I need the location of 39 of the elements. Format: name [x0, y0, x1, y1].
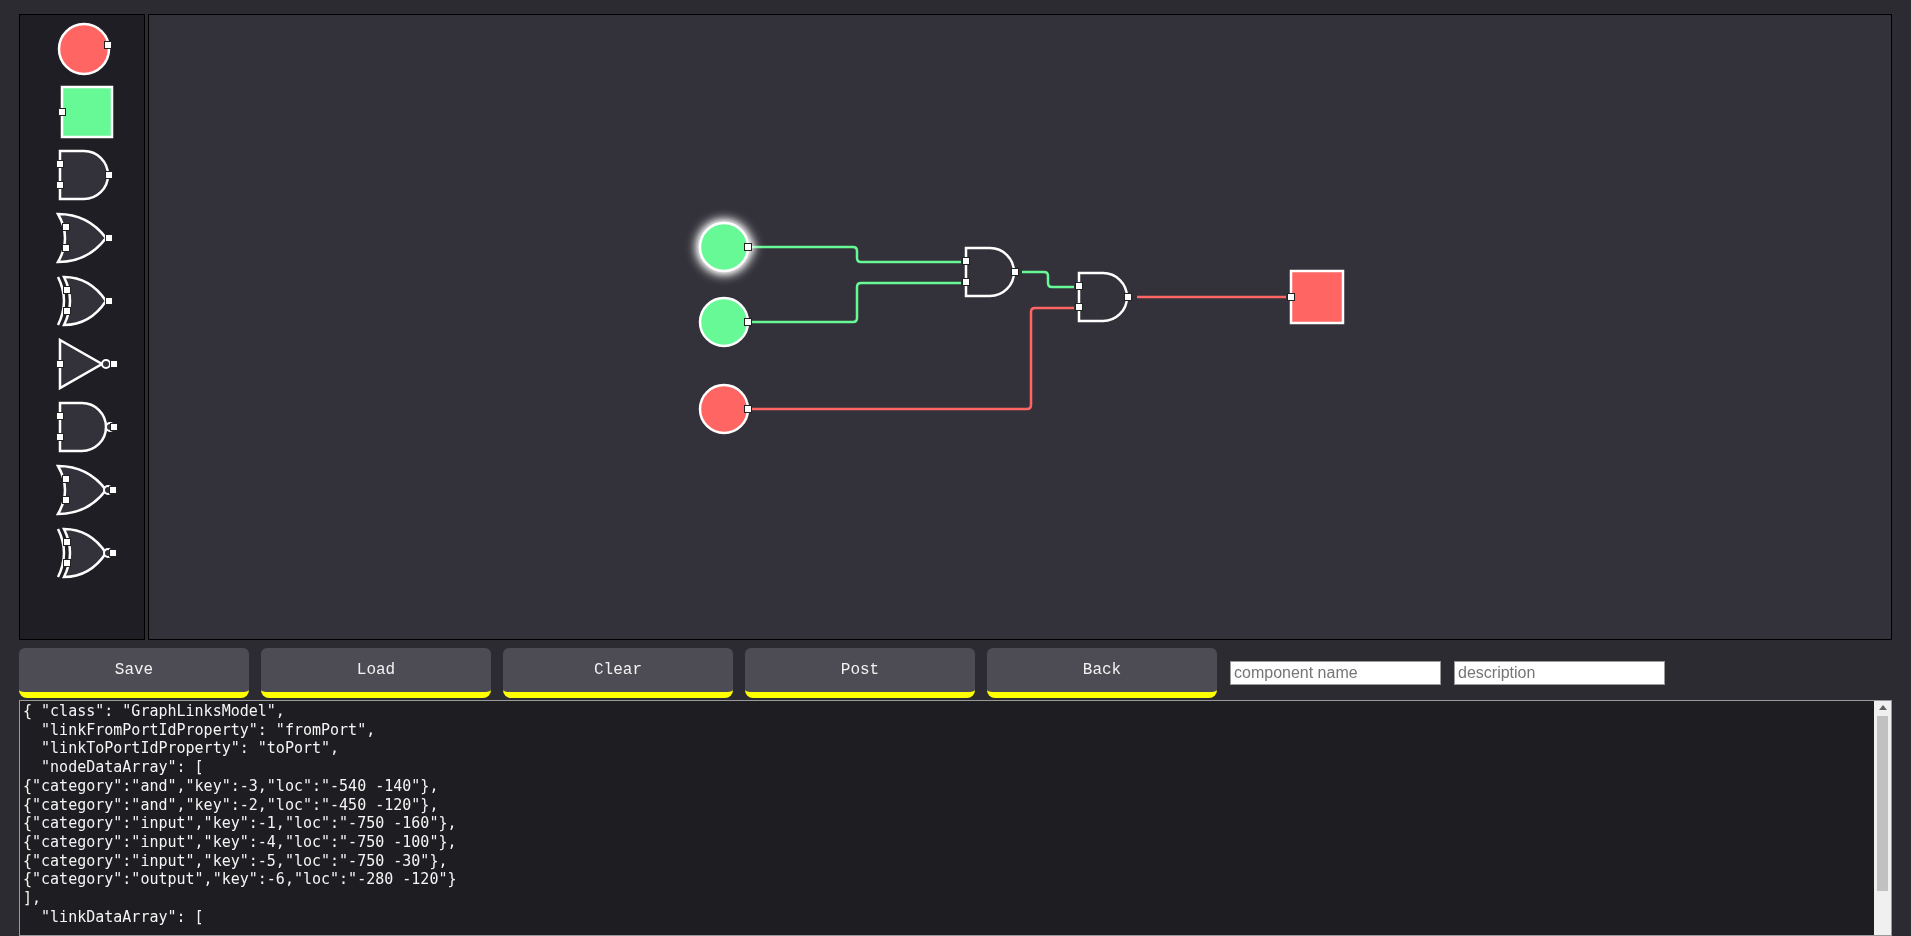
code-line: "linkDataArray": [ — [40, 907, 205, 927]
scroll-up-icon[interactable] — [1878, 705, 1887, 710]
text-field[interactable]: component name — [1230, 661, 1441, 685]
toolbar-button[interactable]: Load — [261, 648, 491, 698]
code-line: {"category":"input","key":-5,"loc":"-750 -30"}, — [23, 851, 449, 871]
input-node-drawing[interactable] — [698, 221, 752, 273]
and-gate-drawing[interactable] — [1075, 271, 1132, 323]
nand-gate-drawing[interactable] — [56, 401, 118, 453]
code-line: {"category":"input","key":-4,"loc":"-750 -100"}, — [23, 832, 458, 852]
code-line: {"category":"and","key":-3,"loc":"-540 -140"}, — [23, 776, 440, 796]
code-line: {"category":"and","key":-2,"loc":"-450 -120"}, — [23, 795, 440, 815]
and-gate-drawing[interactable] — [56, 149, 113, 201]
toolbar-button[interactable]: Back — [987, 648, 1217, 698]
xor-gate-drawing[interactable] — [56, 275, 113, 327]
input-node-drawing[interactable] — [698, 296, 752, 348]
not-gate-drawing[interactable] — [56, 337, 118, 391]
input-node-drawing[interactable] — [57, 22, 112, 76]
code-line: "nodeDataArray": [ — [40, 758, 205, 777]
input-node-drawing[interactable] — [698, 383, 752, 435]
toolbar-button[interactable]: Clear — [503, 648, 733, 698]
nor-gate-drawing[interactable] — [56, 464, 117, 516]
toolbar-button[interactable]: Post — [745, 648, 975, 698]
code-line: {"category":"input","key":-1,"loc":"-750 -160"}, — [23, 814, 458, 833]
xnor-gate-drawing[interactable] — [56, 527, 117, 579]
output-node-drawing[interactable] — [1287, 269, 1345, 325]
code-line: "linkToPortIdProperty": "toPort", — [40, 739, 341, 759]
and-gate-drawing[interactable] — [962, 246, 1019, 298]
scrollbar[interactable] — [1874, 701, 1891, 935]
text-field[interactable]: description — [1454, 661, 1665, 685]
code-line: ], — [23, 889, 43, 908]
code-line: "linkFromPortIdProperty": "fromPort", — [40, 720, 377, 740]
scrollbar-thumb[interactable] — [1877, 716, 1888, 891]
code-line: { "class": "GraphLinksModel", — [23, 702, 286, 721]
model-json-textarea[interactable] — [19, 700, 1892, 936]
output-node-drawing[interactable] — [58, 85, 114, 139]
wire-link[interactable] — [752, 306, 1074, 411]
toolbar-button[interactable]: Save — [19, 648, 249, 698]
or-gate-drawing[interactable] — [56, 212, 113, 264]
code-line: {"category":"output","key":-6,"loc":"-280 -120"} — [23, 870, 458, 890]
